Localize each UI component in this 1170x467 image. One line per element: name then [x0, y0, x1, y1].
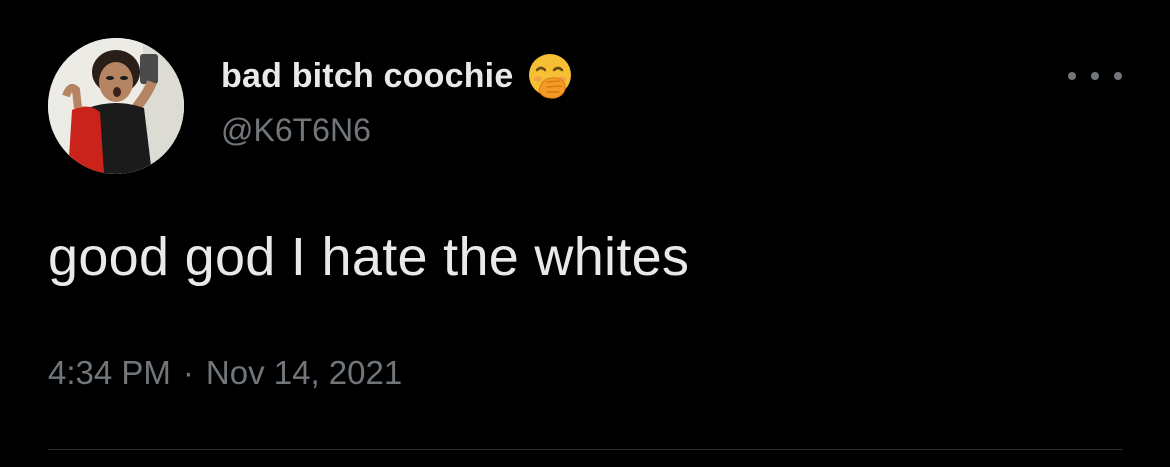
more-options-icon-dot	[1114, 72, 1122, 80]
more-options-icon-dot	[1091, 72, 1099, 80]
meta-separator: ·	[182, 354, 194, 391]
tweet: bad bitch coochie @K6T6N6 good god I hat…	[0, 0, 1170, 467]
tweet-time: 4:34 PM	[48, 354, 171, 391]
avatar-image	[48, 38, 184, 174]
divider	[48, 449, 1122, 450]
more-options-icon	[1068, 72, 1076, 80]
tweet-timestamp[interactable]: 4:34 PM · Nov 14, 2021	[48, 354, 402, 392]
display-name-row: bad bitch coochie	[221, 46, 575, 106]
more-options-button[interactable]	[1068, 58, 1122, 94]
tweet-text: good god I hate the whites	[48, 227, 690, 287]
user-handle[interactable]: @K6T6N6	[221, 112, 371, 149]
tweet-date: Nov 14, 2021	[205, 354, 403, 391]
avatar[interactable]	[48, 38, 184, 174]
face-with-hand-over-mouth-emoji-icon	[525, 51, 575, 101]
display-name[interactable]: bad bitch coochie	[221, 57, 513, 96]
